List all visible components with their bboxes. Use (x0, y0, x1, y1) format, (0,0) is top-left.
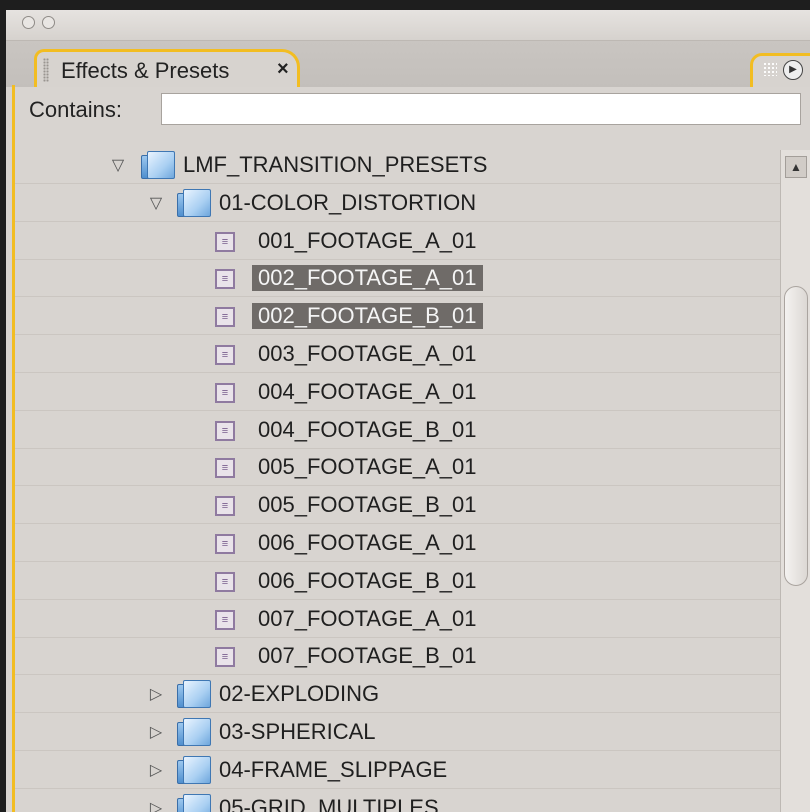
tree-preset-row[interactable]: ≡ 001_FOOTAGE_A_01 (15, 223, 780, 260)
preset-icon: ≡ (215, 269, 235, 290)
folder-icon (141, 151, 175, 179)
tree-item-label: 006_FOOTAGE_A_01 (258, 530, 477, 555)
tree-item-label: 005_FOOTAGE_A_01 (258, 454, 477, 480)
effects-presets-window: Effects & Presets × ▶ Contains: ▽ LMF_TRA… (6, 10, 810, 812)
scroll-thumb[interactable] (784, 286, 808, 586)
preset-icon: ≡ (215, 571, 235, 592)
preset-icon: ≡ (215, 647, 235, 668)
disclosure-collapsed-icon[interactable]: ▷ (148, 684, 164, 704)
close-icon[interactable]: × (277, 58, 289, 81)
folder-icon (177, 755, 211, 784)
folder-icon (177, 793, 211, 812)
tab-grip-icon[interactable] (43, 58, 49, 82)
preset-icon: ≡ (215, 420, 235, 441)
disclosure-expanded-icon[interactable]: ▽ (148, 193, 164, 213)
tree-item-label: LMF_TRANSITION_PRESETS (183, 152, 488, 177)
tree-folder-row[interactable]: ▷ 03-SPHERICAL (15, 714, 780, 751)
effects-tree: ▽ LMF_TRANSITION_PRESETS ▽ 01-COLOR_DISTORT… (15, 135, 780, 812)
disclosure-collapsed-icon[interactable]: ▷ (148, 722, 164, 742)
tree-folder-row[interactable]: ▷ 02-EXPLODING (15, 676, 780, 714)
tree-item-label: 004_FOOTAGE_B_01 (258, 416, 477, 442)
preset-icon: ≡ (215, 231, 235, 252)
tree-item-label: 004_FOOTAGE_A_01 (258, 378, 477, 404)
title-bar (6, 10, 810, 41)
search-input[interactable] (161, 93, 801, 125)
preset-icon: ≡ (215, 382, 235, 403)
tree-preset-row[interactable]: ≡ 004_FOOTAGE_A_01 (15, 374, 780, 411)
folder-icon (177, 188, 211, 217)
tree-item-label: 005_FOOTAGE_B_01 (258, 492, 477, 518)
tree-item-label: 007_FOOTAGE_A_01 (258, 605, 477, 631)
panel-menu-icon[interactable]: ▶ (783, 60, 803, 80)
tree-folder-row[interactable]: ▷ 05-GRID_MULTIPLES (15, 790, 780, 812)
preset-icon: ≡ (215, 458, 235, 479)
tree-preset-row[interactable]: ≡ 007_FOOTAGE_A_01 (15, 601, 780, 638)
tree-preset-row[interactable]: ≡ 002_FOOTAGE_B_01 (15, 298, 780, 336)
preset-icon: ≡ (215, 609, 235, 630)
tree-item-label: 002_FOOTAGE_A_01 (252, 265, 483, 292)
tree-preset-row[interactable]: ≡ 005_FOOTAGE_A_01 (15, 449, 780, 487)
disclosure-collapsed-icon[interactable]: ▷ (148, 760, 164, 780)
grip-icon[interactable] (763, 62, 777, 76)
vertical-scrollbar[interactable]: ▲ (780, 150, 810, 812)
tree-item-label: 01-COLOR_DISTORTION (219, 189, 477, 215)
tree-preset-row[interactable]: ≡ 006_FOOTAGE_B_01 (15, 563, 780, 600)
preset-icon: ≡ (215, 345, 235, 365)
preset-icon: ≡ (215, 307, 235, 328)
search-label: Contains: (29, 97, 122, 122)
tree-folder-row[interactable]: ▽ LMF_TRANSITION_PRESETS (15, 147, 780, 184)
tree-preset-row[interactable]: ≡ 006_FOOTAGE_A_01 (15, 525, 780, 562)
tree-preset-row[interactable]: ≡ 007_FOOTAGE_B_01 (15, 638, 780, 676)
preset-icon: ≡ (215, 534, 235, 554)
tree-preset-row[interactable]: ≡ 005_FOOTAGE_B_01 (15, 487, 780, 525)
tree-item-label: 001_FOOTAGE_A_01 (258, 227, 477, 253)
tree-item-label: 03-SPHERICAL (219, 719, 376, 744)
disclosure-expanded-icon[interactable]: ▽ (110, 155, 126, 175)
panel-menu: ▶ (750, 53, 810, 87)
window-close-button[interactable] (22, 16, 35, 29)
folder-icon (177, 718, 211, 746)
tree-preset-row[interactable]: ≡ 003_FOOTAGE_A_01 (15, 336, 780, 373)
tab-effects-presets[interactable]: Effects & Presets × (34, 49, 300, 89)
tree-item-label: 006_FOOTAGE_B_01 (258, 567, 477, 593)
tree-folder-row[interactable]: ▷ 04-FRAME_SLIPPAGE (15, 752, 780, 789)
window-minimize-button[interactable] (42, 16, 55, 29)
panel-tab-bar: Effects & Presets × ▶ (6, 41, 810, 89)
tree-preset-row[interactable]: ≡ 002_FOOTAGE_A_01 (15, 260, 780, 298)
scroll-up-icon[interactable]: ▲ (785, 156, 807, 178)
preset-icon: ≡ (215, 496, 235, 517)
tree-item-label: 02-EXPLODING (219, 681, 380, 707)
tree-item-label: 05-GRID_MULTIPLES (219, 794, 439, 812)
disclosure-collapsed-icon[interactable]: ▷ (148, 798, 164, 812)
tree-item-label: 04-FRAME_SLIPPAGE (219, 756, 448, 782)
tree-item-label: 002_FOOTAGE_B_01 (252, 303, 483, 330)
tree-item-label: 007_FOOTAGE_B_01 (258, 643, 477, 669)
tree-preset-row[interactable]: ≡ 004_FOOTAGE_B_01 (15, 412, 780, 449)
search-row: Contains: (15, 87, 810, 135)
tree-item-label: 003_FOOTAGE_A_01 (258, 341, 477, 366)
tree-folder-row[interactable]: ▽ 01-COLOR_DISTORTION (15, 185, 780, 222)
tab-label: Effects & Presets (61, 58, 230, 83)
folder-icon (177, 680, 211, 709)
